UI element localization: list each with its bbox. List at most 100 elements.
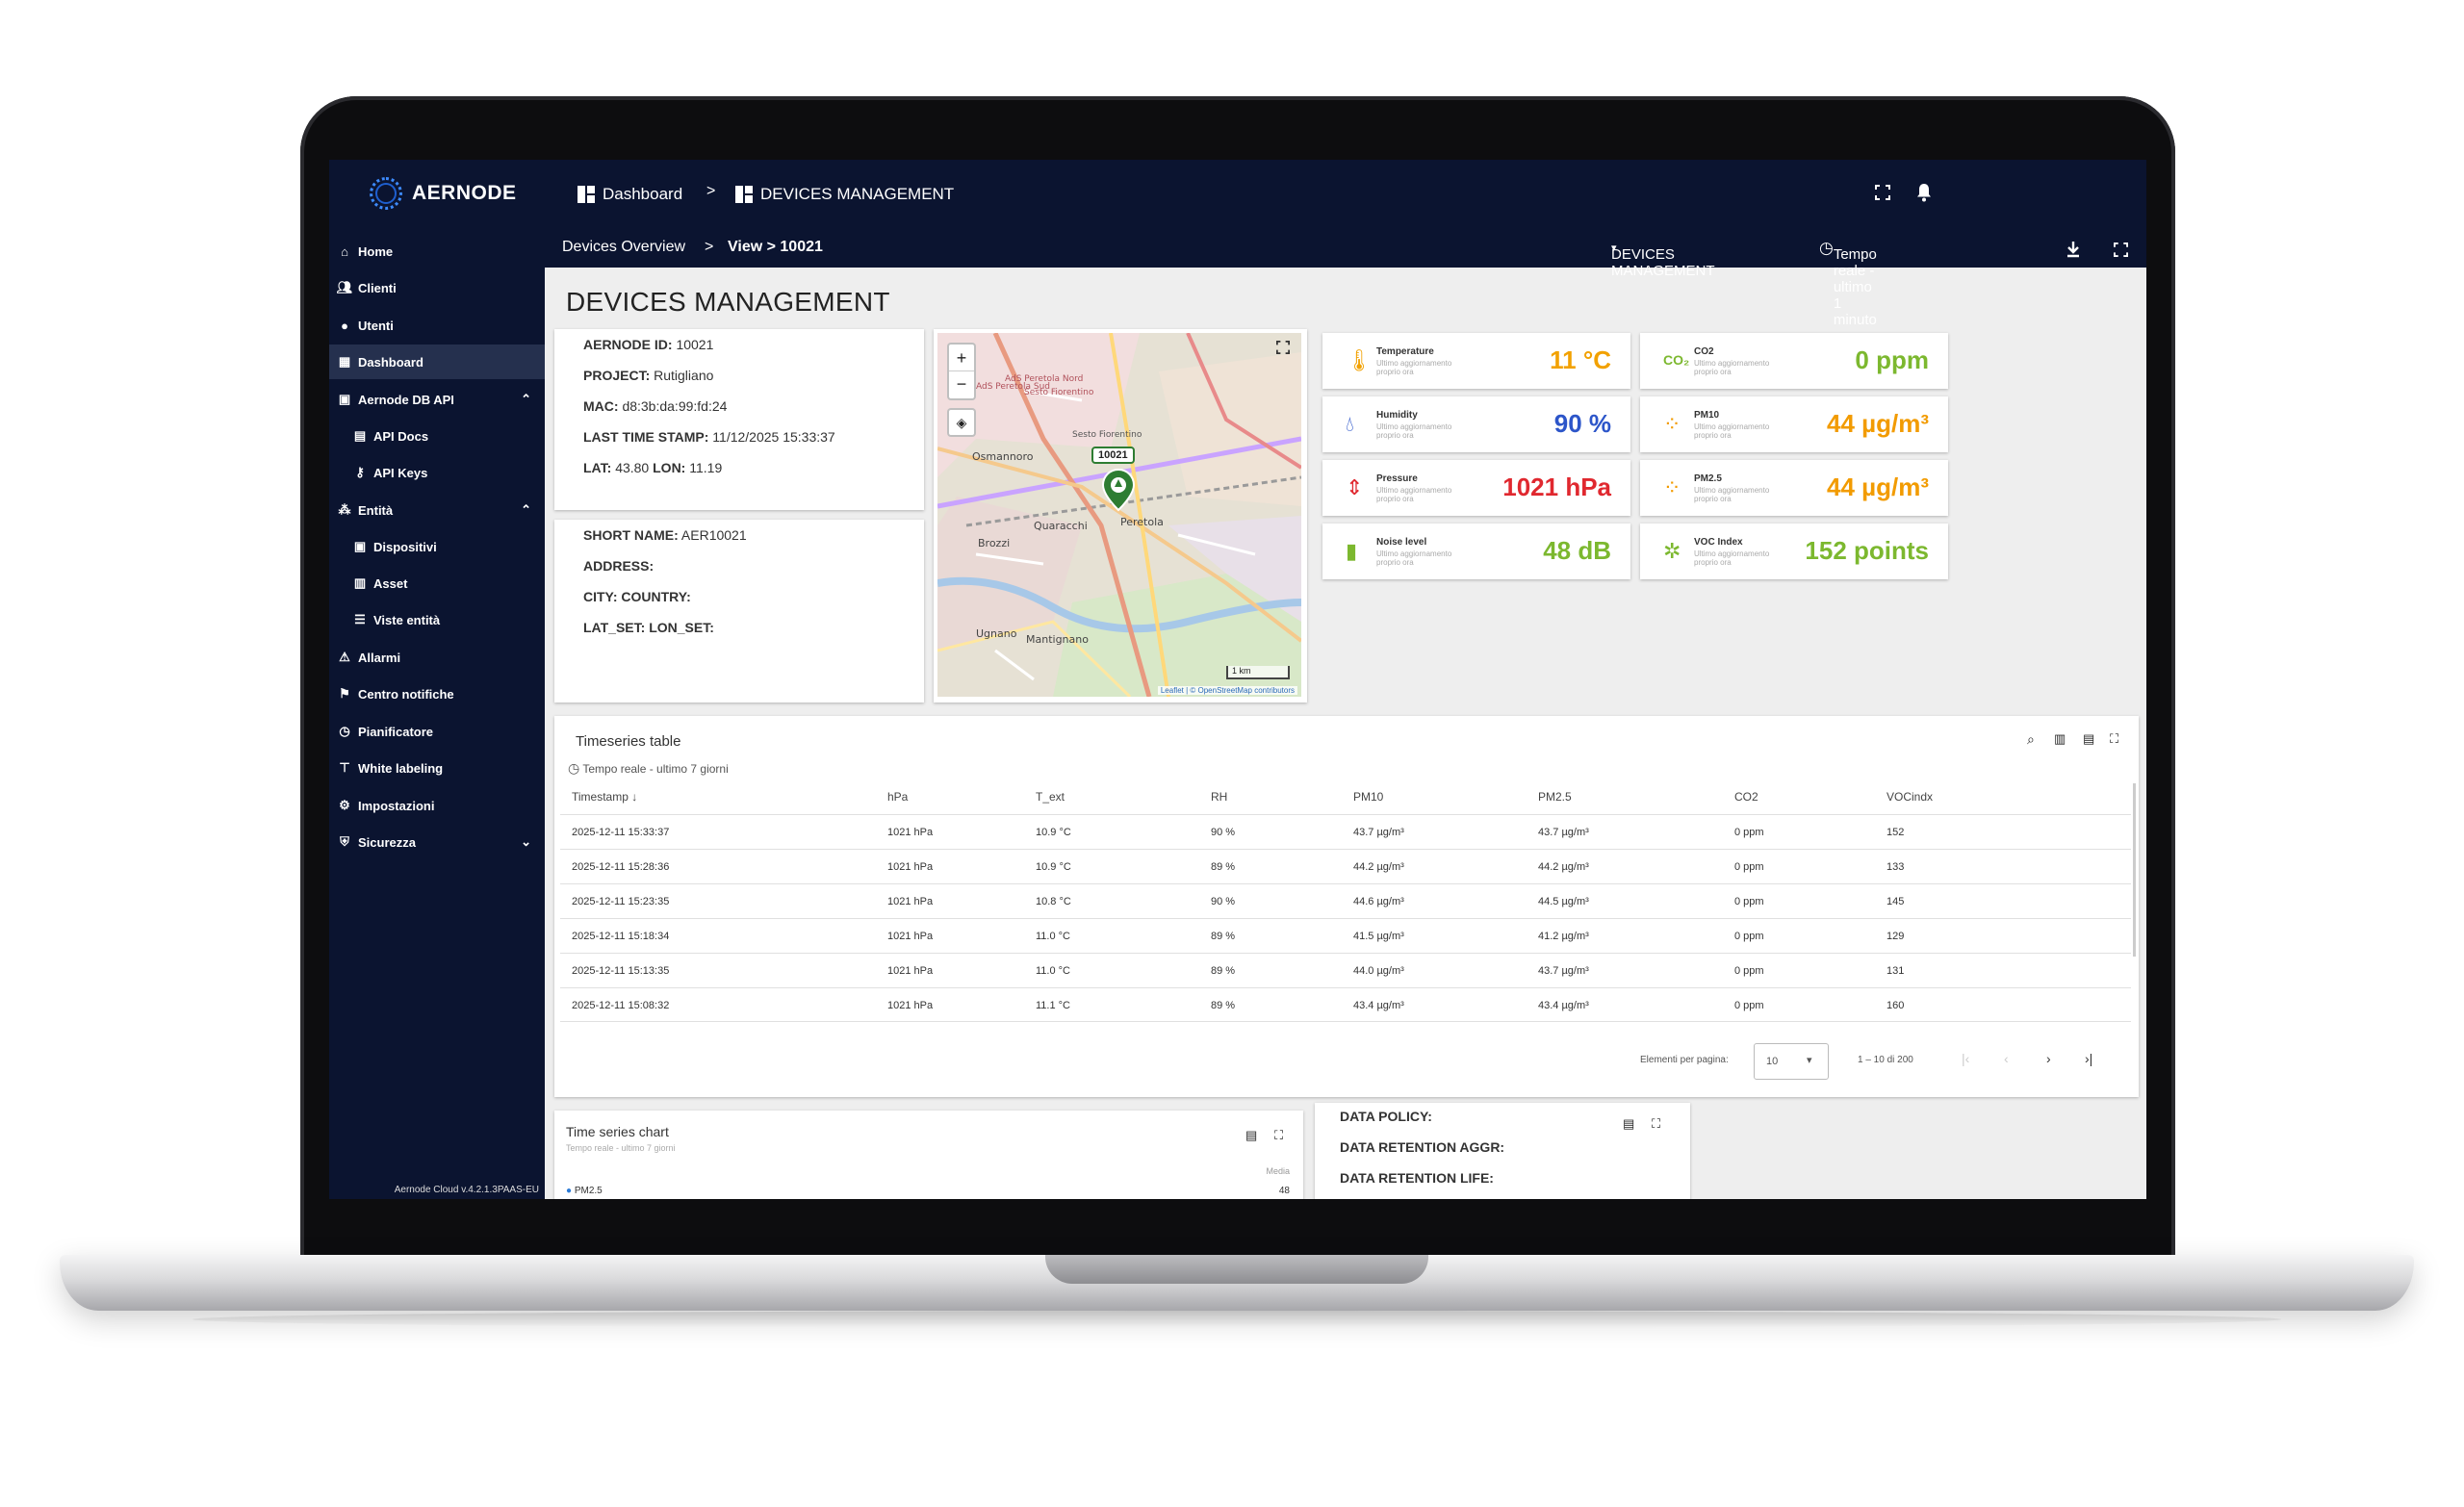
fullscreen-icon[interactable]: ⛶	[1274, 1128, 1283, 1143]
sidebar-item-utenti[interactable]: ● Utenti	[329, 308, 545, 343]
table-row[interactable]: 2025-12-11 15:18:34 1021 hPa 11.0 °C 89 …	[560, 918, 2131, 953]
table-row[interactable]: 2025-12-11 15:13:35 1021 hPa 11.0 °C 89 …	[560, 953, 2131, 987]
table-cell: 11.0 °C	[1036, 965, 1070, 977]
sidebar-item-sicurezza[interactable]: ⛨ Sicurezza ⌄	[329, 825, 545, 859]
first-page-icon[interactable]: |‹	[1962, 1051, 1969, 1066]
sidebar-item-asset[interactable]: ▥ Asset	[329, 566, 545, 600]
columns-icon[interactable]: ▥	[2054, 731, 2066, 747]
column-header-vocindx[interactable]: VOCindx	[1886, 790, 1933, 804]
zoom-out-button[interactable]: −	[949, 371, 974, 398]
data-policy-card: DATA POLICY: DATA RETENTION AGGR: DATA R…	[1315, 1103, 1690, 1199]
column-header-hpa[interactable]: hPa	[887, 790, 908, 804]
time-window-selector[interactable]: ◷ Tempo reale - ultimo 1 minuto	[1819, 239, 1877, 328]
sidebar-item-impostazioni[interactable]: ⚙ Impostazioni	[329, 788, 545, 823]
arrow-down-icon: ↓	[631, 790, 638, 804]
chart-legend-item[interactable]: ● PM2.5	[566, 1186, 603, 1196]
table-row[interactable]: 2025-12-11 15:28:36 1021 hPa 10.9 °C 89 …	[560, 849, 2131, 883]
fullscreen-icon[interactable]	[1875, 185, 1890, 200]
map-marker-pin-icon[interactable]	[1101, 468, 1136, 512]
device-meta-card: SHORT NAME: AER10021 ADDRESS: CITY: COUN…	[554, 520, 924, 702]
layers-icon[interactable]: ◈	[947, 408, 976, 437]
project-line: PROJECT: Rutigliano	[583, 368, 713, 383]
map-view[interactable]: AdS Peretola Sud AdS Peretola Nord Sesto…	[937, 333, 1301, 697]
column-header-t-ext[interactable]: T_ext	[1036, 790, 1065, 804]
breadcrumb-devices-management[interactable]: DEVICES MANAGEMENT	[735, 185, 954, 204]
sidebar-item-aernode-db-api[interactable]: ▣ Aernode DB API ⌃	[329, 382, 545, 417]
table-row[interactable]: 2025-12-11 15:33:37 1021 hPa 10.9 °C 90 …	[560, 814, 2131, 849]
breadcrumb-devices-overview[interactable]: Devices Overview	[562, 239, 685, 256]
sidebar-item-api-docs[interactable]: ▤ API Docs	[329, 419, 545, 453]
table-cell: 2025-12-11 15:13:35	[572, 965, 670, 977]
sidebar-item-label: Sicurezza	[358, 834, 416, 850]
map-tiles: AdS Peretola Sud AdS Peretola Nord Sesto…	[937, 333, 1301, 697]
bell-icon[interactable]	[1915, 183, 1933, 202]
sidebar-item-label: Utenti	[358, 318, 394, 333]
last-page-icon[interactable]: ›|	[2085, 1051, 2092, 1066]
metric-card-pm10[interactable]: ⁘ PM10 Ultimo aggiornamento proprio ora …	[1640, 396, 1948, 452]
metric-card-noise[interactable]: ▮ Noise level Ultimo aggiornamento propr…	[1322, 524, 1630, 579]
sidebar-item-clienti[interactable]: 👥︎ Clienti	[329, 270, 545, 305]
table-row[interactable]: 2025-12-11 15:08:32 1021 hPa 11.1 °C 89 …	[560, 987, 2131, 1022]
sidebar-item-centro-notifiche[interactable]: ⚑ Centro notifiche	[329, 677, 545, 711]
fullscreen-icon[interactable]: ⛶	[2110, 731, 2118, 747]
breadcrumb-dashboard[interactable]: Dashboard	[578, 185, 682, 204]
metric-card-pressure[interactable]: ⇕ Pressure Ultimo aggiornamento proprio …	[1322, 460, 1630, 516]
fullscreen-icon[interactable]	[2114, 243, 2128, 257]
zoom-in-button[interactable]: +	[949, 345, 974, 371]
city-country-label: CITY: COUNTRY:	[583, 589, 691, 604]
map-scale: 1 km	[1226, 666, 1290, 679]
export-icon[interactable]: ▤	[1623, 1116, 1634, 1132]
metric-card-pm25[interactable]: ⁘ PM2.5 Ultimo aggiornamento proprio ora…	[1640, 460, 1948, 516]
entities-icon: ⁂	[338, 502, 351, 517]
metric-value: 90 %	[1553, 409, 1611, 438]
search-icon[interactable]: ⌕	[2027, 731, 2035, 748]
sidebar-item-entita[interactable]: ⁂ Entità ⌃	[329, 493, 545, 527]
sidebar-item-dashboard[interactable]: ▦ Dashboard	[329, 345, 545, 379]
metric-name: PM10	[1694, 410, 1720, 421]
column-header-pm25[interactable]: PM2.5	[1538, 790, 1572, 804]
metric-card-temperature[interactable]: 🌡︎ Temperature Ultimo aggiornamento prop…	[1322, 333, 1630, 389]
table-cell: 43.7 µg/m³	[1538, 827, 1589, 838]
last-timestamp-value: 11/12/2025 15:33:37	[712, 429, 835, 445]
sidebar-item-label: API Docs	[373, 428, 429, 444]
download-icon[interactable]	[2066, 241, 2081, 258]
next-page-icon[interactable]: ›	[2046, 1051, 2051, 1066]
asset-icon: ▥	[353, 575, 367, 590]
map-attribution[interactable]: Leaflet | © OpenStreetMap contributors	[1157, 686, 1297, 695]
sidebar-item-white-labeling[interactable]: ⊤ White labeling	[329, 751, 545, 785]
dashboard-state-select[interactable]: DEVICES MANAGEMENT ▾	[1611, 239, 1715, 279]
sidebar-item-viste-entita[interactable]: ☰ Viste entità	[329, 602, 545, 637]
metric-card-voc[interactable]: ✲ VOC Index Ultimo aggiornamento proprio…	[1640, 524, 1948, 579]
top-bar: AERNODE Dashboard > DEVICES MANAGEMENT D…	[329, 160, 2146, 328]
table-row[interactable]: 2025-12-11 15:23:35 1021 hPa 10.8 °C 90 …	[560, 883, 2131, 918]
table-cell: 44.6 µg/m³	[1353, 896, 1404, 907]
column-header-timestamp[interactable]: Timestamp ↓	[572, 790, 637, 804]
sidebar-item-home[interactable]: ⌂ Home	[329, 234, 545, 268]
sidebar-item-allarmi[interactable]: ⚠ Allarmi	[329, 640, 545, 675]
column-header-co2[interactable]: CO2	[1734, 790, 1758, 804]
sidebar-item-pianificatore[interactable]: ◷ Pianificatore	[329, 714, 545, 749]
sidebar-item-label: Viste entità	[373, 612, 441, 627]
fullscreen-icon[interactable]	[1276, 341, 1290, 354]
breadcrumb-separator: >	[705, 239, 714, 255]
table-cell: 41.2 µg/m³	[1538, 931, 1589, 942]
sidebar-item-dispositivi[interactable]: ▣ Dispositivi	[329, 529, 545, 564]
export-icon[interactable]: ▤	[1245, 1128, 1257, 1143]
export-icon[interactable]: ▤	[2083, 731, 2094, 747]
column-header-pm10[interactable]: PM10	[1353, 790, 1383, 804]
metric-card-humidity[interactable]: 💧︎ Humidity Ultimo aggiornamento proprio…	[1322, 396, 1630, 452]
prev-page-icon[interactable]: ‹	[2004, 1051, 2009, 1066]
table-scrollbar[interactable]	[2133, 783, 2136, 957]
address-label: ADDRESS:	[583, 558, 654, 574]
logo[interactable]: AERNODE	[370, 177, 517, 210]
sidebar-item-label: Entità	[358, 502, 394, 518]
mac-line: MAC: d8:3b:da:99:fd:24	[583, 398, 727, 414]
metric-name: Pressure	[1376, 473, 1418, 484]
table-cell: 133	[1886, 861, 1905, 873]
column-header-rh[interactable]: RH	[1211, 790, 1227, 804]
sidebar-item-api-keys[interactable]: ⚷ API Keys	[329, 455, 545, 490]
page-size-select[interactable]: 10 ▾	[1754, 1043, 1829, 1080]
fullscreen-icon[interactable]: ⛶	[1652, 1116, 1660, 1132]
sidebar-item-label: Dashboard	[358, 354, 424, 370]
metric-card-co2[interactable]: CO₂ CO2 Ultimo aggiornamento proprio ora…	[1640, 333, 1948, 389]
